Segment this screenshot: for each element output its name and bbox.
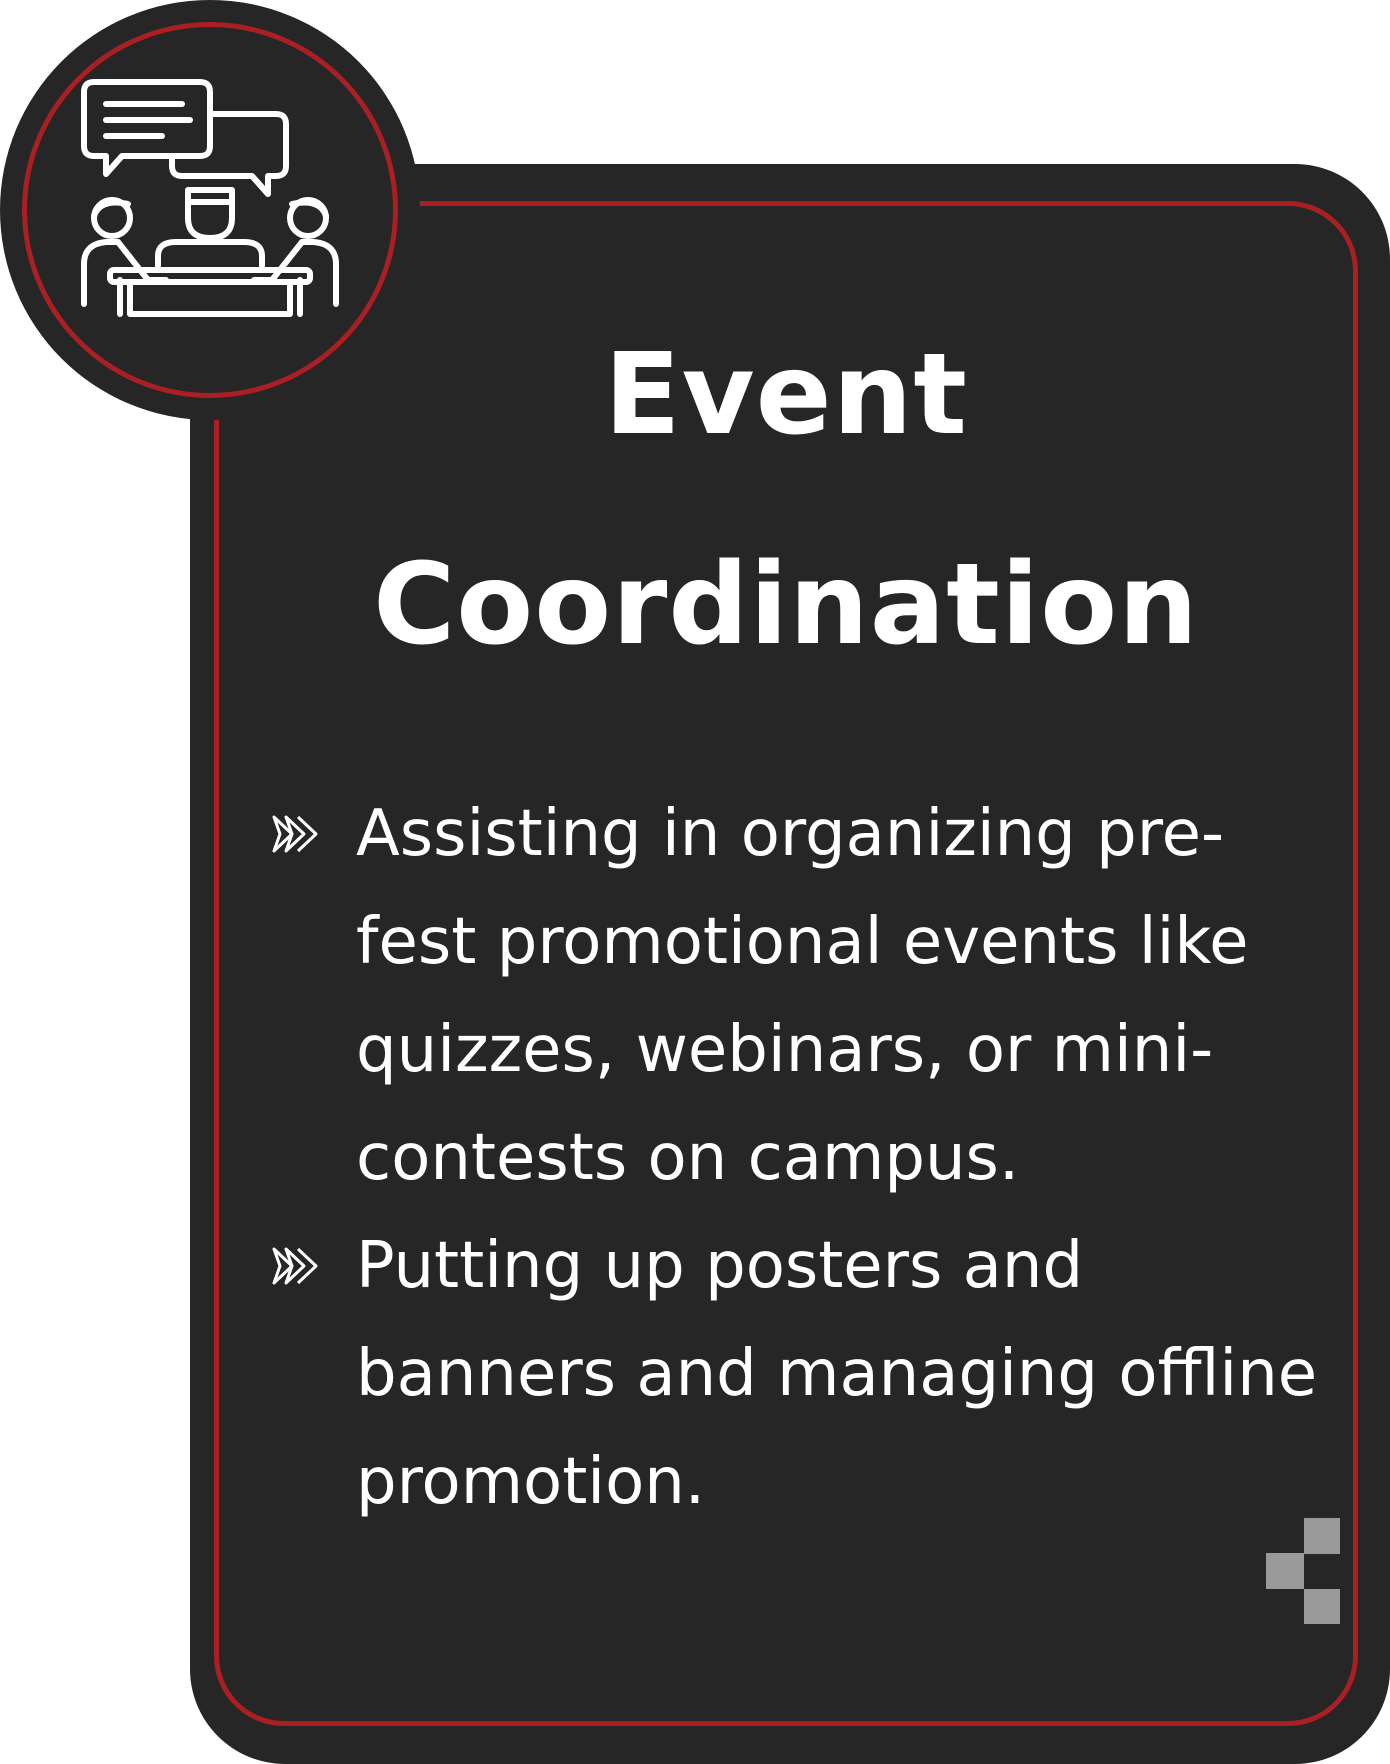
bullet-item: Putting up posters and banners and manag…: [270, 1212, 1330, 1536]
double-chevron-right-icon: [272, 815, 318, 853]
card-title-line-2: Coordination: [373, 540, 1199, 670]
pixel-squares-decoration: [1266, 1518, 1340, 1624]
bullet-text: Assisting in organizing pre-fest promoti…: [356, 797, 1249, 1195]
double-chevron-right-icon: [272, 1247, 318, 1285]
bullet-item: Assisting in organizing pre-fest promoti…: [270, 780, 1330, 1212]
bullet-list: Assisting in organizing pre-fest promoti…: [270, 780, 1330, 1536]
card-title: Event Coordination: [214, 290, 1358, 710]
card-title-line-1: Event: [604, 330, 968, 460]
bullet-text: Putting up posters and banners and manag…: [356, 1229, 1318, 1519]
